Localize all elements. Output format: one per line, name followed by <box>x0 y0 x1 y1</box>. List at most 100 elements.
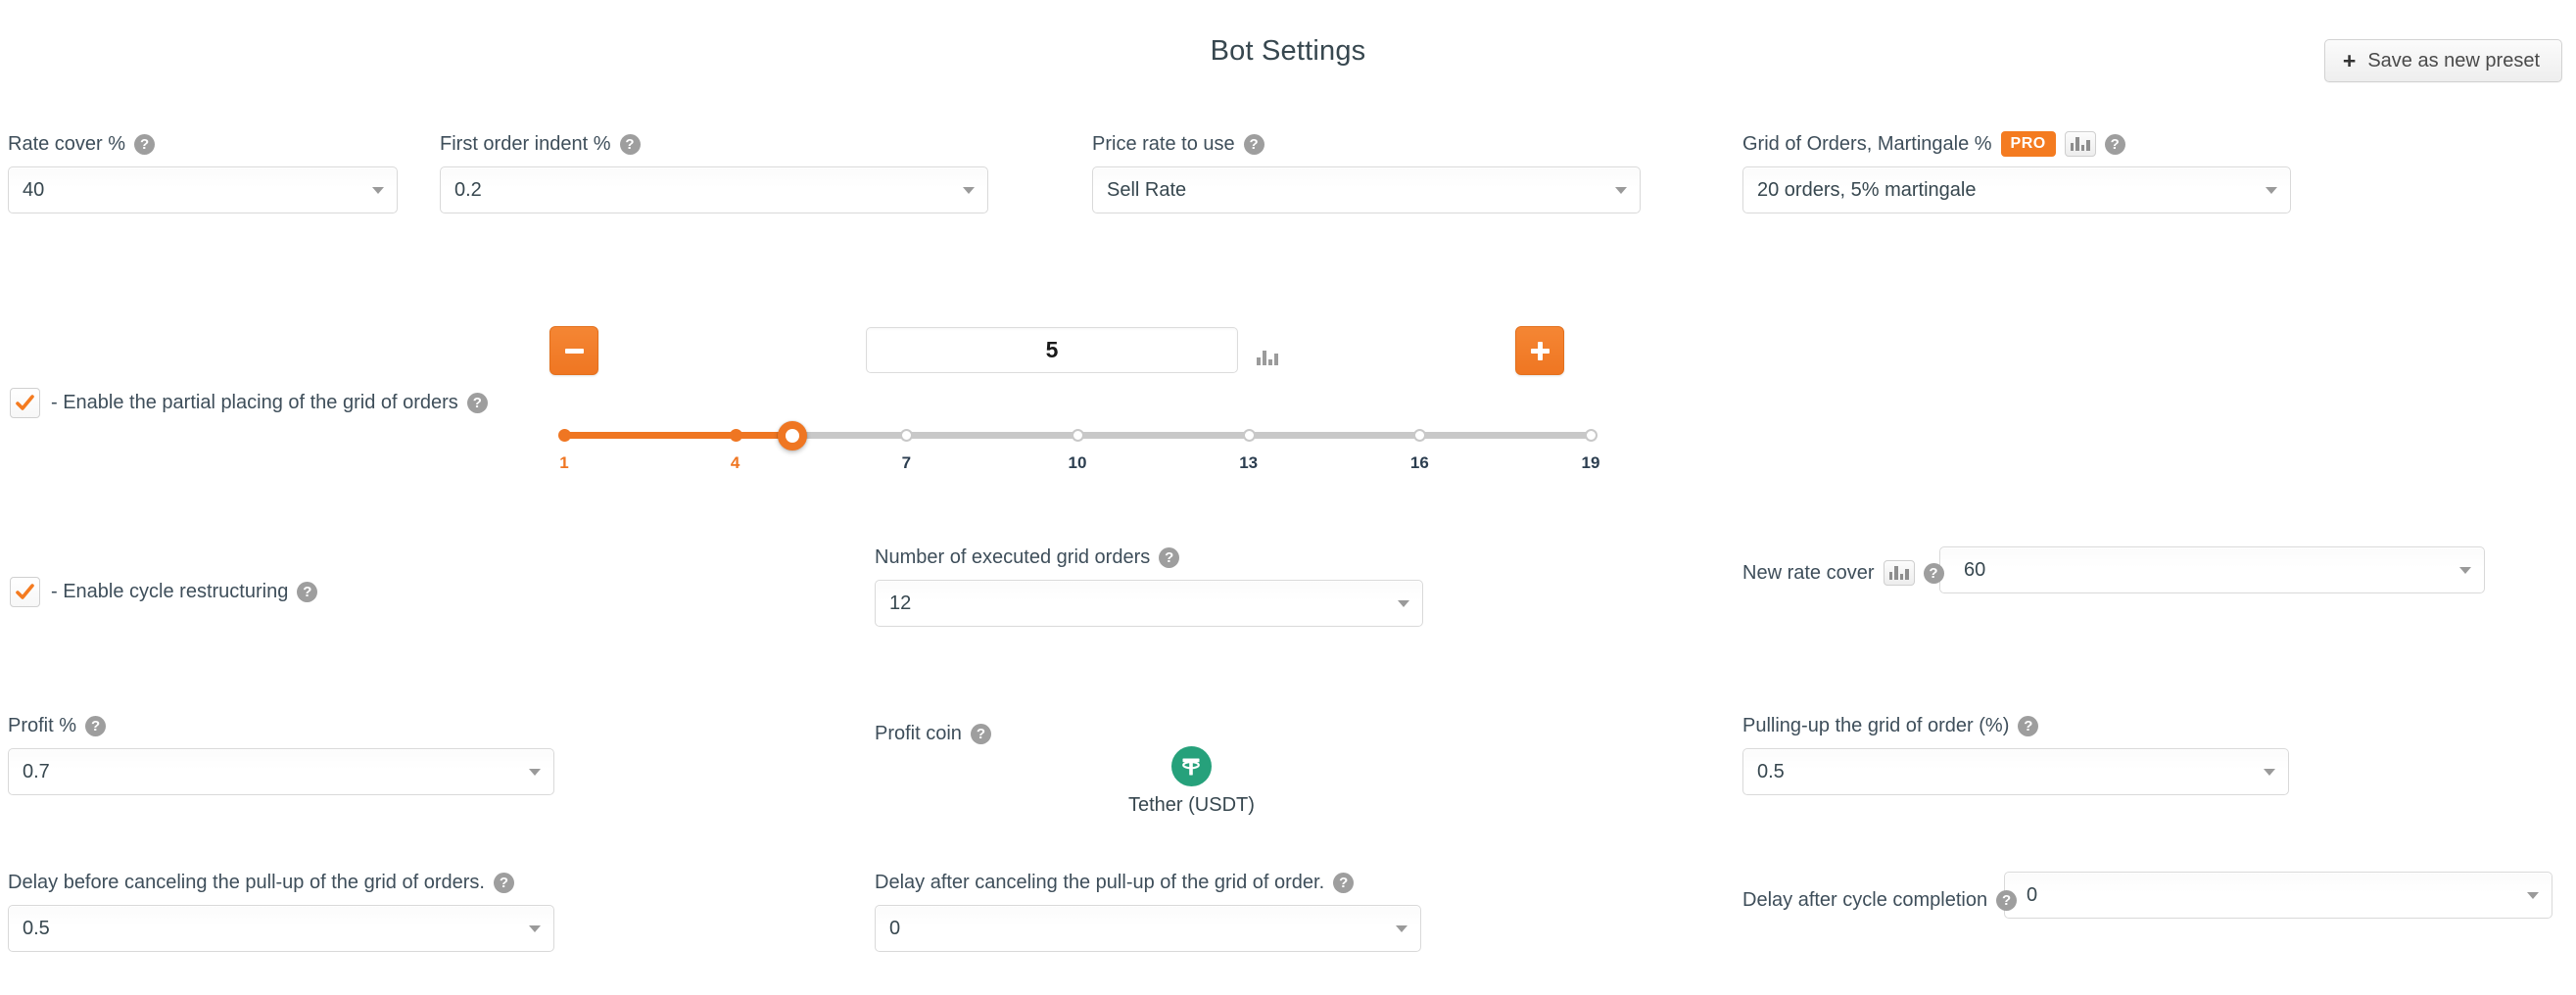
help-icon[interactable]: ? <box>1996 890 2018 911</box>
first-order-indent-select[interactable]: 0.2 <box>440 166 988 213</box>
bar-chart-icon[interactable] <box>1257 350 1278 365</box>
help-icon[interactable]: ? <box>1159 546 1180 568</box>
help-icon[interactable]: ? <box>2104 133 2125 155</box>
field-first-order-indent: First order indent % ? 0.2 <box>440 131 988 213</box>
profit-coin-label: Profit coin <box>875 722 962 744</box>
price-rate-value: Sell Rate <box>1107 178 1187 201</box>
executed-grid-orders-label-row: Number of executed grid orders ? <box>875 545 1423 570</box>
grid-of-orders-label-row: Grid of Orders, Martingale % PRO ? <box>1742 131 2291 157</box>
delay-after-cycle-select[interactable]: 0 <box>2004 872 2552 919</box>
delay-after-cancel-select[interactable]: 0 <box>875 905 1421 952</box>
slider-tick-19[interactable] <box>1585 429 1598 442</box>
help-icon[interactable]: ? <box>134 133 156 155</box>
help-icon[interactable]: ? <box>970 723 991 744</box>
slider-handle[interactable] <box>777 421 807 450</box>
price-rate-label-row: Price rate to use ? <box>1092 131 1641 157</box>
cycle-restructuring-checkbox[interactable] <box>10 577 40 607</box>
delay-after-cancel-value: 0 <box>889 917 901 939</box>
save-as-new-preset-button[interactable]: + Save as new preset <box>2323 39 2562 82</box>
pulling-up-select[interactable]: 0.5 <box>1742 748 2289 795</box>
field-delay-after-cancel: Delay after canceling the pull-up of the… <box>875 870 1421 952</box>
field-grid-of-orders: Grid of Orders, Martingale % PRO ? 20 or… <box>1742 131 2291 213</box>
rate-cover-label: Rate cover % <box>8 132 126 155</box>
minus-icon <box>564 348 584 354</box>
field-rate-cover: Rate cover % ? 40 <box>8 131 398 213</box>
price-rate-select[interactable]: Sell Rate <box>1092 166 1641 213</box>
chevron-down-icon <box>529 769 541 776</box>
slider-tick-7[interactable] <box>900 429 914 442</box>
pulling-up-label: Pulling-up the grid of order (%) <box>1742 714 2010 736</box>
grid-of-orders-label: Grid of Orders, Martingale % <box>1742 132 1992 155</box>
pulling-up-value: 0.5 <box>1757 760 1785 782</box>
profit-coin-block: Tether (USDT) <box>1128 746 1255 817</box>
rate-cover-label-row: Rate cover % ? <box>8 131 398 157</box>
grid-of-orders-select[interactable]: 20 orders, 5% martingale <box>1742 166 2291 213</box>
executed-grid-orders-value: 12 <box>889 592 912 614</box>
chevron-down-icon <box>372 187 384 194</box>
help-icon[interactable]: ? <box>466 393 488 413</box>
slider-tick-10[interactable] <box>1072 429 1084 442</box>
profit-value: 0.7 <box>23 760 50 782</box>
price-rate-label: Price rate to use <box>1092 132 1235 155</box>
bot-settings-page: Bot Settings + Save as new preset Rate c… <box>0 0 2576 995</box>
new-rate-cover-label: New rate cover <box>1742 561 1875 584</box>
profit-label: Profit % <box>8 714 77 736</box>
bar-chart-icon[interactable] <box>1883 560 1915 586</box>
partial-placing-checkbox[interactable] <box>10 388 40 418</box>
field-pulling-up: Pulling-up the grid of order (%) ? 0.5 <box>1742 713 2289 795</box>
slider-tick-4[interactable] <box>729 429 742 442</box>
slider-tick-16[interactable] <box>1413 429 1427 442</box>
help-icon[interactable]: ? <box>493 872 514 893</box>
partial-placing-value-input[interactable]: 5 <box>866 327 1238 373</box>
cycle-restructuring-label: - Enable cycle restructuring <box>51 581 289 602</box>
field-executed-grid-orders: Number of executed grid orders ? 12 <box>875 545 1423 627</box>
delay-before-cancel-label-row: Delay before canceling the pull-up of th… <box>8 870 554 895</box>
first-order-indent-label-row: First order indent % ? <box>440 131 988 157</box>
partial-placing-slider[interactable]: 1 4 7 10 13 16 19 <box>558 421 1599 491</box>
save-as-new-preset-label: Save as new preset <box>2367 49 2540 71</box>
bar-chart-icon[interactable] <box>2064 131 2096 157</box>
first-order-indent-label: First order indent % <box>440 132 611 155</box>
slider-tick-label-13: 13 <box>1239 453 1259 472</box>
slider-tick-label-1: 1 <box>559 453 569 472</box>
help-icon[interactable]: ? <box>1333 872 1355 893</box>
slider-fill <box>564 432 792 439</box>
chevron-down-icon <box>1615 187 1627 194</box>
slider-tick-1[interactable] <box>558 429 571 442</box>
new-rate-cover-value: 60 <box>1964 558 1986 581</box>
help-icon[interactable]: ? <box>85 715 107 736</box>
field-delay-before-cancel: Delay before canceling the pull-up of th… <box>8 870 554 952</box>
help-icon[interactable]: ? <box>2018 715 2039 736</box>
help-icon[interactable]: ? <box>1923 562 1944 584</box>
help-icon[interactable]: ? <box>297 582 318 602</box>
slider-tick-label-19: 19 <box>1581 453 1600 472</box>
first-order-indent-value: 0.2 <box>454 178 482 201</box>
page-title: Bot Settings <box>1210 35 1366 67</box>
decrement-button[interactable] <box>549 326 598 375</box>
cycle-restructuring-row: - Enable cycle restructuring ? <box>10 577 318 607</box>
partial-placing-row: - Enable the partial placing of the grid… <box>10 388 488 418</box>
slider-tick-label-10: 10 <box>1068 453 1087 472</box>
slider-tick-13[interactable] <box>1242 429 1256 442</box>
field-profit: Profit % ? 0.7 <box>8 713 554 795</box>
profit-coin-label-row: Profit coin ? <box>875 721 991 746</box>
pro-badge: PRO <box>2000 131 2056 157</box>
rate-cover-select[interactable]: 40 <box>8 166 398 213</box>
grid-of-orders-value: 20 orders, 5% martingale <box>1757 178 1977 201</box>
chevron-down-icon <box>963 187 975 194</box>
help-icon[interactable]: ? <box>1243 133 1264 155</box>
delay-after-cycle-label: Delay after cycle completion <box>1742 889 1988 911</box>
rate-cover-value: 40 <box>23 178 45 201</box>
chevron-down-icon <box>2527 892 2539 899</box>
delay-before-cancel-select[interactable]: 0.5 <box>8 905 554 952</box>
slider-tick-label-4: 4 <box>730 453 740 472</box>
cycle-restructuring-label-row: - Enable cycle restructuring ? <box>51 581 318 603</box>
chevron-down-icon <box>2264 769 2275 776</box>
increment-button[interactable] <box>1515 326 1564 375</box>
profit-select[interactable]: 0.7 <box>8 748 554 795</box>
new-rate-cover-select[interactable]: 60 <box>1939 546 2485 593</box>
help-icon[interactable]: ? <box>619 133 641 155</box>
delay-after-cancel-label-row: Delay after canceling the pull-up of the… <box>875 870 1421 895</box>
executed-grid-orders-select[interactable]: 12 <box>875 580 1423 627</box>
chevron-down-icon <box>529 925 541 932</box>
